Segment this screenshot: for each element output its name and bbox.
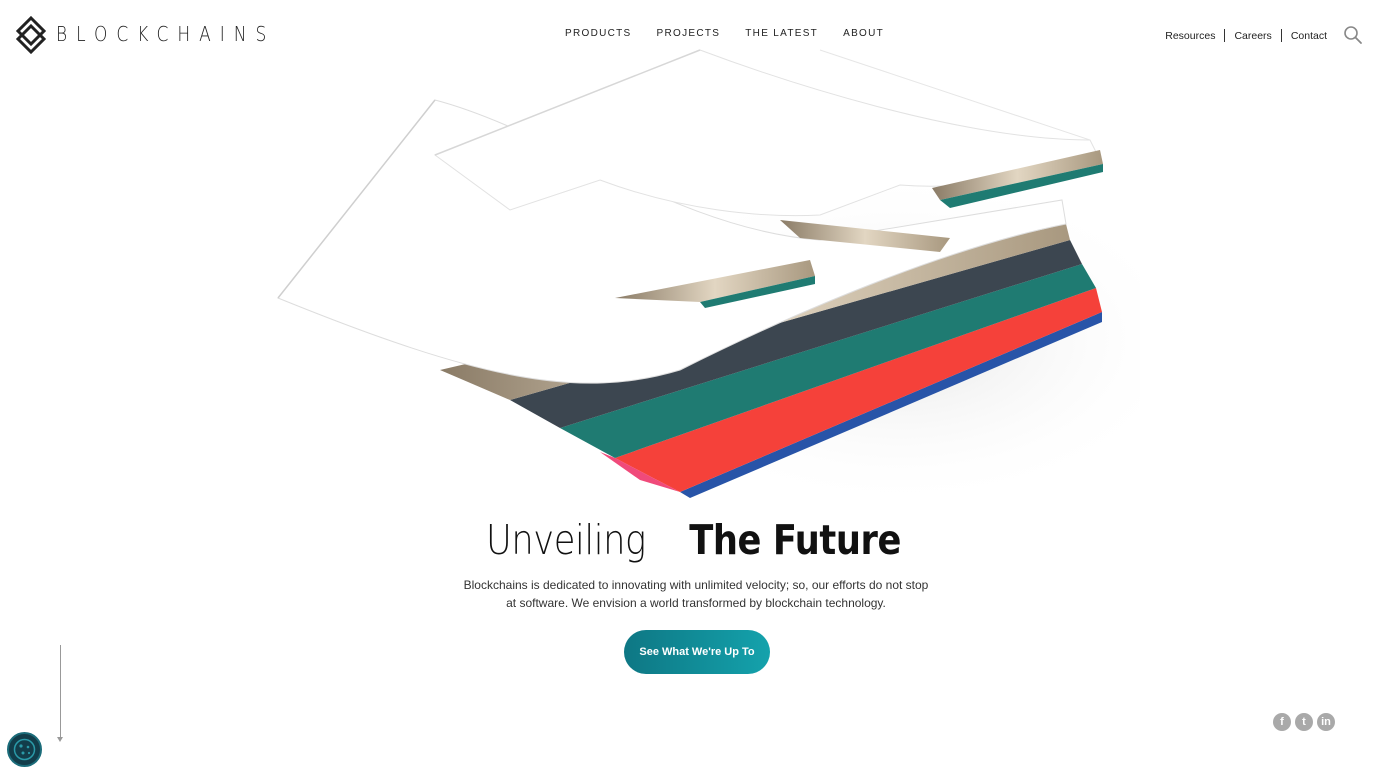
nav-contact[interactable]: Contact [1291,30,1327,42]
scroll-indicator-line[interactable] [60,645,61,740]
nav-products[interactable]: PRODUCTS [565,28,632,39]
logo-mark-icon [16,16,46,54]
cookie-icon [13,738,36,761]
logo-wordmark: BLOCKCHAINS [56,23,276,47]
cookie-settings-button[interactable] [7,732,42,767]
nav-careers[interactable]: Careers [1234,30,1271,42]
scroll-down-arrow-icon[interactable] [57,737,63,742]
nav-resources[interactable]: Resources [1165,30,1215,42]
headline-bold: The Future [689,516,902,564]
main-nav: PRODUCTS PROJECTS THE LATEST ABOUT [565,28,884,39]
facebook-icon[interactable]: f [1273,713,1291,731]
nav-the-latest[interactable]: THE LATEST [745,28,818,39]
search-button[interactable] [1343,25,1363,45]
hero-illustration [277,49,1140,510]
hero-headline: Unveiling The Future [0,516,1391,564]
nav-projects[interactable]: PROJECTS [657,28,721,39]
see-what-were-up-to-button[interactable]: See What We're Up To [624,630,770,674]
divider [1224,29,1226,42]
search-icon [1344,26,1362,44]
headline-light: Unveiling [485,516,646,564]
nav-about[interactable]: ABOUT [843,28,884,39]
utility-nav: Resources Careers Contact [1165,29,1327,42]
social-links: f t in [1273,713,1335,731]
hero-description: Blockchains is dedicated to innovating w… [463,578,929,610]
brand-logo[interactable]: BLOCKCHAINS [16,16,275,54]
twitter-icon[interactable]: t [1295,713,1313,731]
linkedin-icon[interactable]: in [1317,713,1335,731]
divider [1280,29,1282,42]
